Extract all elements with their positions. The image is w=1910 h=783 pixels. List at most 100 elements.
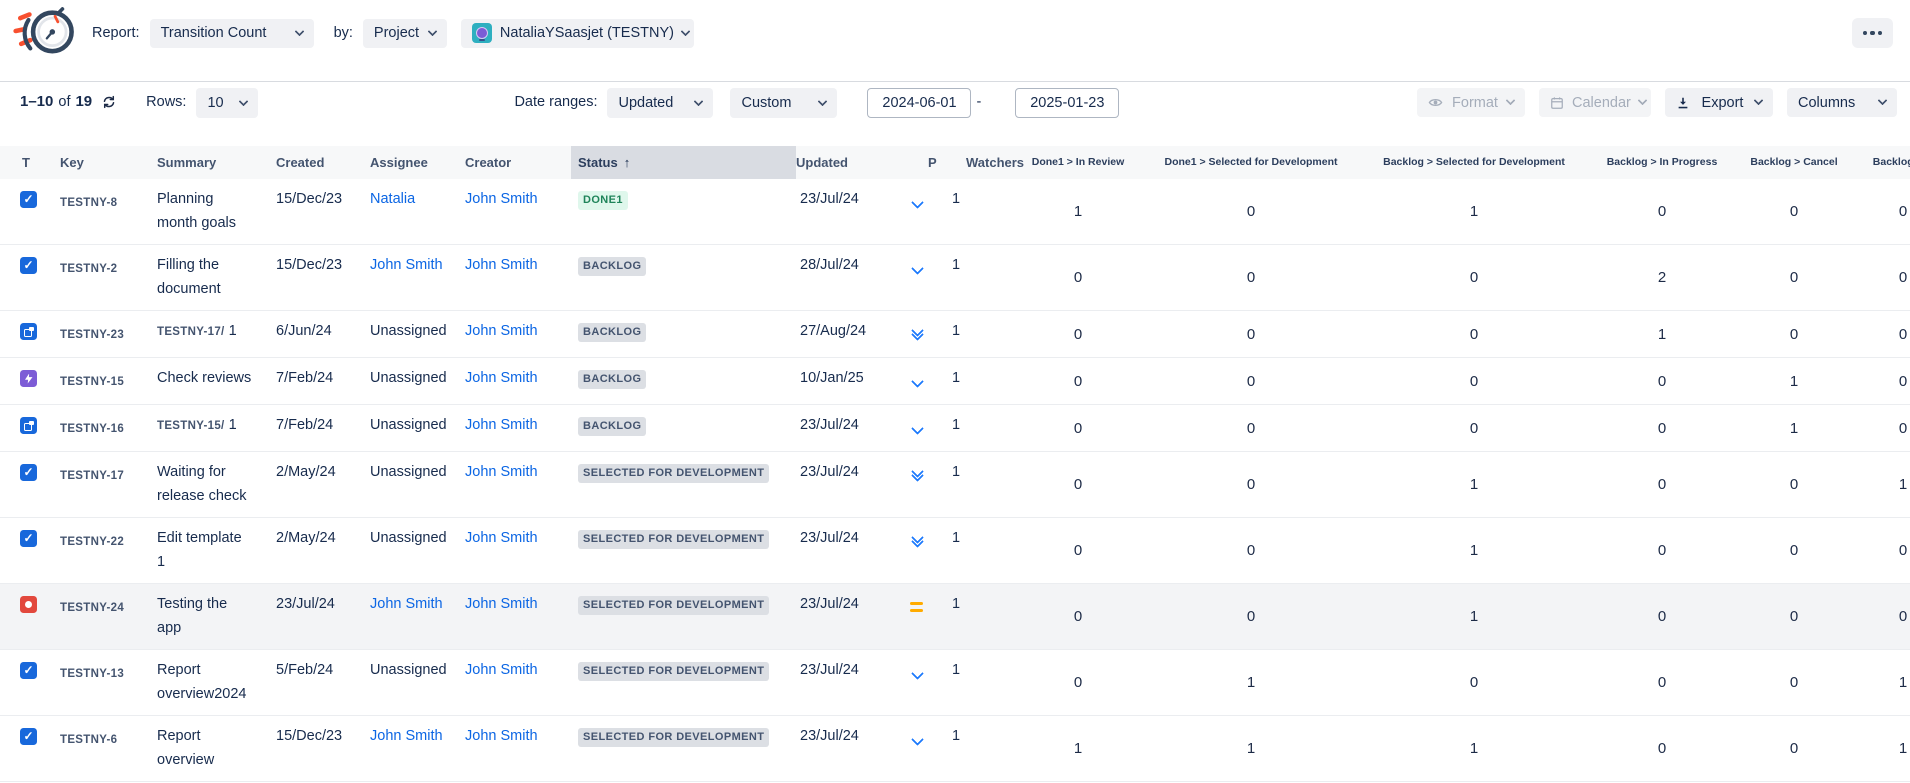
assignee[interactable]: John Smith [370,584,465,650]
chevron-down-icon [681,26,691,36]
issue-key[interactable]: TESTNY-15 [60,358,157,405]
chevron-down-icon [1754,96,1764,106]
more-options-button[interactable] [1852,18,1893,48]
assignee[interactable]: John Smith [370,716,465,782]
transition-count: 0 [1008,518,1148,584]
table-row: TESTNY-16 TESTNY-15/ 1 7/Feb/24 Unassign… [0,405,1910,452]
refresh-icon[interactable] [102,95,116,109]
issue-key[interactable]: TESTNY-13 [60,650,157,716]
issue-key[interactable]: TESTNY-22 [60,518,157,584]
updated-date: 10/Jan/25 [796,358,908,405]
issue-key[interactable]: TESTNY-23 [60,311,157,358]
column-header-transition-4[interactable]: Backlog > Cancel [1730,146,1858,179]
project-select[interactable]: NataliaYSaasjet (TESTNY) [461,19,694,48]
transition-count: 1 [1354,518,1594,584]
column-header-transition-0[interactable]: Done1 > In Review [1008,146,1148,179]
transition-count: 0 [1858,245,1910,311]
table-row: TESTNY-23 TESTNY-17/ 1 6/Jun/24 Unassign… [0,311,1910,358]
creator[interactable]: John Smith [465,311,571,358]
creator[interactable]: John Smith [465,358,571,405]
issue-key[interactable]: TESTNY-8 [60,179,157,245]
by-label: by: [334,25,353,41]
status-badge: DONE1 [578,191,628,210]
status-badge: SELECTED FOR DEVELOPMENT [578,596,769,615]
assignee[interactable]: Unassigned [370,518,465,584]
updated-date: 23/Jul/24 [796,179,908,245]
column-header-transition-1[interactable]: Done1 > Selected for Development [1148,146,1354,179]
transition-count: 1 [1858,716,1910,782]
status-badge: SELECTED FOR DEVELOPMENT [578,464,769,483]
column-header-type[interactable]: T [0,146,60,179]
column-header-key[interactable]: Key [60,146,157,179]
column-header-summary[interactable]: Summary [157,146,276,179]
assignee[interactable]: Unassigned [370,311,465,358]
assignee[interactable]: Unassigned [370,650,465,716]
issue-summary[interactable]: Testing the app [157,584,276,650]
issue-key[interactable]: TESTNY-16 [60,405,157,452]
format-button[interactable]: Format [1417,88,1525,117]
date-mode-select[interactable]: Custom [730,88,837,118]
column-header-priority[interactable]: P [908,146,952,179]
issue-key[interactable]: TESTNY-6 [60,716,157,782]
column-header-transition-2[interactable]: Backlog > Selected for Development [1354,146,1594,179]
creator[interactable]: John Smith [465,452,571,518]
assignee[interactable]: Unassigned [370,452,465,518]
columns-button[interactable]: Columns [1787,88,1897,117]
table-row: TESTNY-24 Testing the app 23/Jul/24 John… [0,584,1910,650]
assignee[interactable]: John Smith [370,245,465,311]
transition-count: 1 [1354,716,1594,782]
issue-summary[interactable]: Filling the document [157,245,276,311]
issue-key[interactable]: TESTNY-2 [60,245,157,311]
issue-key[interactable]: TESTNY-24 [60,584,157,650]
columns-label: Columns [1798,95,1855,111]
subtask-icon [20,417,37,434]
column-header-created[interactable]: Created [276,146,370,179]
creator[interactable]: John Smith [465,584,571,650]
issue-summary[interactable]: TESTNY-15/ 1 [157,405,276,452]
group-by-select[interactable]: Project [363,19,447,48]
date-from-input[interactable] [867,88,971,118]
creator[interactable]: John Smith [465,650,571,716]
date-to-input[interactable] [1015,88,1119,118]
transition-count: 0 [1858,518,1910,584]
assignee[interactable]: Unassigned [370,358,465,405]
transition-count: 0 [1730,650,1858,716]
sort-ascending-icon [618,155,631,170]
summary-text: Planning month goals [157,191,236,231]
column-header-updated[interactable]: Updated [796,146,908,179]
issue-summary[interactable]: Report overview2024 [157,650,276,716]
issue-summary[interactable]: TESTNY-17/ 1 [157,311,276,358]
watchers-count: 1 [952,311,1008,358]
assignee[interactable]: Natalia [370,179,465,245]
date-field-select[interactable]: Updated [607,88,713,118]
rows-per-page-select[interactable]: 10 [196,88,258,118]
priority-low-icon [910,424,925,433]
calendar-button[interactable]: Calendar [1539,88,1651,117]
issue-summary[interactable]: Report overview [157,716,276,782]
column-header-assignee[interactable]: Assignee [370,146,465,179]
creator[interactable]: John Smith [465,405,571,452]
column-header-watchers[interactable]: Watchers [952,146,1008,179]
rows-per-page-value: 10 [207,95,223,111]
transition-count: 1 [1594,311,1730,358]
watchers-count: 1 [952,452,1008,518]
column-header-creator[interactable]: Creator [465,146,571,179]
column-header-status-sorted[interactable]: Status [571,146,796,179]
creator[interactable]: John Smith [465,245,571,311]
column-header-transition-5[interactable]: Backlog > C [1858,146,1910,179]
issue-summary[interactable]: Check reviews [157,358,276,405]
issue-summary[interactable]: Planning month goals [157,179,276,245]
creator[interactable]: John Smith [465,179,571,245]
issue-summary[interactable]: Waiting for release check [157,452,276,518]
issue-summary[interactable]: Edit template 1 [157,518,276,584]
assignee[interactable]: Unassigned [370,405,465,452]
creator[interactable]: John Smith [465,716,571,782]
creator[interactable]: John Smith [465,518,571,584]
issue-key[interactable]: TESTNY-17 [60,452,157,518]
project-avatar [472,23,492,43]
created-date: 15/Dec/23 [276,179,370,245]
report-type-select[interactable]: Transition Count [150,19,314,48]
export-button[interactable]: Export [1665,88,1773,117]
column-header-transition-3[interactable]: Backlog > In Progress [1594,146,1730,179]
chevron-down-icon [239,96,249,106]
